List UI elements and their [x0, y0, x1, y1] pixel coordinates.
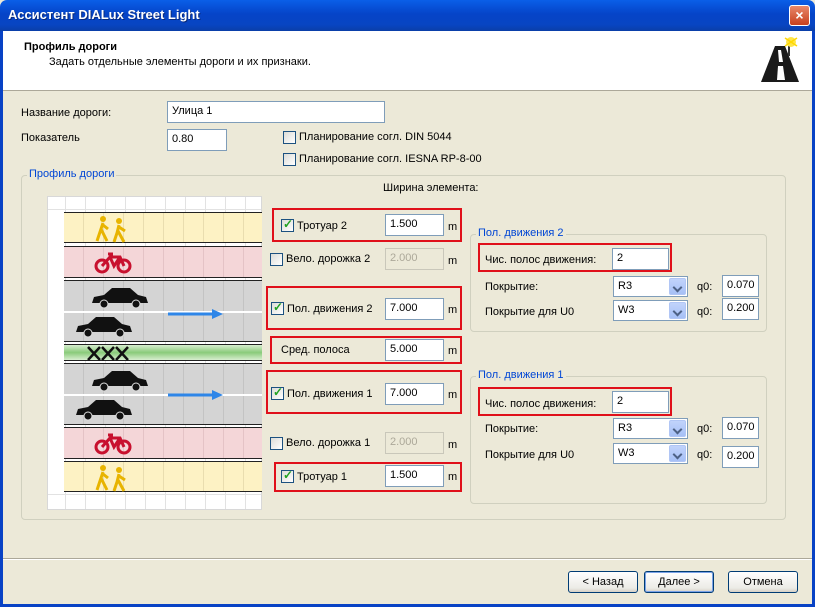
- bike-lane-2-strip: [64, 246, 262, 278]
- lane1-lanes-count-input[interactable]: 2: [612, 391, 669, 413]
- close-icon: ×: [795, 7, 804, 23]
- street-light-logo-icon: [761, 37, 799, 82]
- carriageway-2-width-input[interactable]: 7.000: [385, 298, 444, 320]
- surface-label: Покрытие:: [485, 423, 539, 435]
- carriageway-2-strip: [64, 280, 262, 342]
- carriageway-1-width-input[interactable]: 7.000: [385, 383, 444, 405]
- unit-label: m: [448, 471, 458, 483]
- surface-u0-label: Покрытие для U0: [485, 306, 575, 318]
- pedestrian-icon: [95, 465, 126, 492]
- median-label: Сред. полоса: [281, 344, 350, 356]
- back-button[interactable]: < Назад: [568, 571, 638, 593]
- window-title: Ассистент DIALux Street Light: [8, 7, 200, 22]
- median-hatching-icon: [87, 346, 129, 361]
- indicator-input[interactable]: 0.80: [167, 129, 227, 151]
- car-icon: [92, 371, 148, 392]
- car-icon: [92, 288, 148, 309]
- iesna-label: Планирование согл. IESNA RP-8-00: [299, 153, 482, 165]
- bicycle-icon: [94, 252, 132, 274]
- lane2-surface-u0-select[interactable]: W3: [613, 300, 688, 321]
- bike-lane-2-label: Вело. дорожка 2: [286, 253, 371, 265]
- close-button[interactable]: ×: [789, 5, 810, 26]
- median-strip: [64, 344, 262, 361]
- sidewalk-1-label: Тротуар 1: [297, 471, 348, 483]
- q0-label: q0:: [697, 449, 713, 461]
- road-profile-legend: Профиль дороги: [27, 168, 117, 180]
- lane2-surface-select[interactable]: R3: [613, 276, 688, 297]
- surface-label: Покрытие:: [485, 281, 539, 293]
- median-width-input[interactable]: 5.000: [385, 339, 444, 361]
- element-width-header: Ширина элемента:: [383, 182, 479, 194]
- carriageway-1-strip: [64, 363, 262, 425]
- din-label: Планирование согл. DIN 5044: [299, 131, 452, 143]
- sidewalk-1-checkbox[interactable]: [281, 468, 294, 483]
- pedestrian-icon: [95, 216, 126, 243]
- lane2-q0-u0-input[interactable]: 0.200: [722, 298, 759, 320]
- road-name-input[interactable]: Улица 1: [167, 101, 385, 123]
- carriageway-2-legend: Пол. движения 2: [476, 227, 566, 239]
- select-value: W3: [618, 304, 635, 316]
- unit-label: m: [448, 439, 458, 451]
- sidewalk-2-width-input[interactable]: 1.500: [385, 214, 444, 236]
- din-checkbox[interactable]: [283, 131, 296, 144]
- footer-separator: [3, 558, 812, 560]
- sidewalk-2-label: Тротуар 2: [297, 220, 348, 232]
- carriageway-1-legend: Пол. движения 1: [476, 369, 566, 381]
- lane1-surface-select[interactable]: R3: [613, 418, 688, 439]
- unit-label: m: [448, 345, 458, 357]
- road-name-label: Название дороги:: [21, 107, 112, 119]
- title-bar[interactable]: Ассистент DIALux Street Light ×: [0, 0, 815, 31]
- lane1-q0-u0-input[interactable]: 0.200: [722, 446, 759, 468]
- chevron-down-icon: [669, 302, 686, 319]
- lanes-count-label: Чис. полос движения:: [485, 254, 597, 266]
- chevron-down-icon: [669, 445, 686, 462]
- car-icon: [76, 400, 132, 421]
- page-subtitle: Задать отдельные элементы дороги и их пр…: [49, 56, 311, 68]
- wizard-header: Профиль дороги Задать отдельные элементы…: [3, 31, 812, 91]
- page-title: Профиль дороги: [24, 41, 118, 53]
- carriageway-2-checkbox[interactable]: [271, 300, 284, 315]
- q0-label: q0:: [697, 306, 713, 318]
- lane2-q0-input[interactable]: 0.070: [722, 275, 759, 297]
- chevron-down-icon: [669, 278, 686, 295]
- cancel-button[interactable]: Отмена: [728, 571, 798, 593]
- carriageway-1-label: Пол. движения 1: [287, 388, 373, 400]
- sidewalk-2-checkbox[interactable]: [281, 217, 294, 232]
- chevron-down-icon: [669, 420, 686, 437]
- bike-lane-2-width-input[interactable]: 2.000: [385, 248, 444, 270]
- unit-label: m: [448, 255, 458, 267]
- select-value: R3: [618, 280, 633, 292]
- bike-lane-2-checkbox[interactable]: [270, 253, 283, 266]
- unit-label: m: [448, 304, 458, 316]
- carriageway-1-checkbox[interactable]: [271, 385, 284, 400]
- bike-lane-1-strip: [64, 427, 262, 459]
- next-button[interactable]: Далее >: [644, 571, 714, 593]
- carriageway-2-label: Пол. движения 2: [287, 303, 373, 315]
- indicator-label: Показатель: [21, 132, 80, 144]
- sidewalk-1-width-input[interactable]: 1.500: [385, 465, 444, 487]
- arrow-right-icon: [168, 309, 223, 319]
- unit-label: m: [448, 389, 458, 401]
- iesna-checkbox[interactable]: [283, 153, 296, 166]
- select-value: W3: [618, 447, 635, 459]
- q0-label: q0:: [697, 281, 713, 293]
- bike-lane-1-width-input[interactable]: 2.000: [385, 432, 444, 454]
- unit-label: m: [448, 221, 458, 233]
- lanes-count-label: Чис. полос движения:: [485, 398, 597, 410]
- surface-u0-label: Покрытие для U0: [485, 449, 575, 461]
- bicycle-icon: [94, 433, 132, 455]
- select-value: R3: [618, 422, 633, 434]
- q0-label: q0:: [697, 423, 713, 435]
- bike-lane-1-checkbox[interactable]: [270, 437, 283, 450]
- lane1-q0-input[interactable]: 0.070: [722, 417, 759, 439]
- sidewalk-1-strip: [64, 461, 262, 492]
- car-icon: [76, 317, 132, 338]
- arrow-right-icon: [168, 390, 223, 400]
- bike-lane-1-label: Вело. дорожка 1: [286, 437, 371, 449]
- sidewalk-2-strip: [64, 212, 262, 243]
- lane1-surface-u0-select[interactable]: W3: [613, 443, 688, 464]
- lane2-lanes-count-input[interactable]: 2: [612, 248, 669, 270]
